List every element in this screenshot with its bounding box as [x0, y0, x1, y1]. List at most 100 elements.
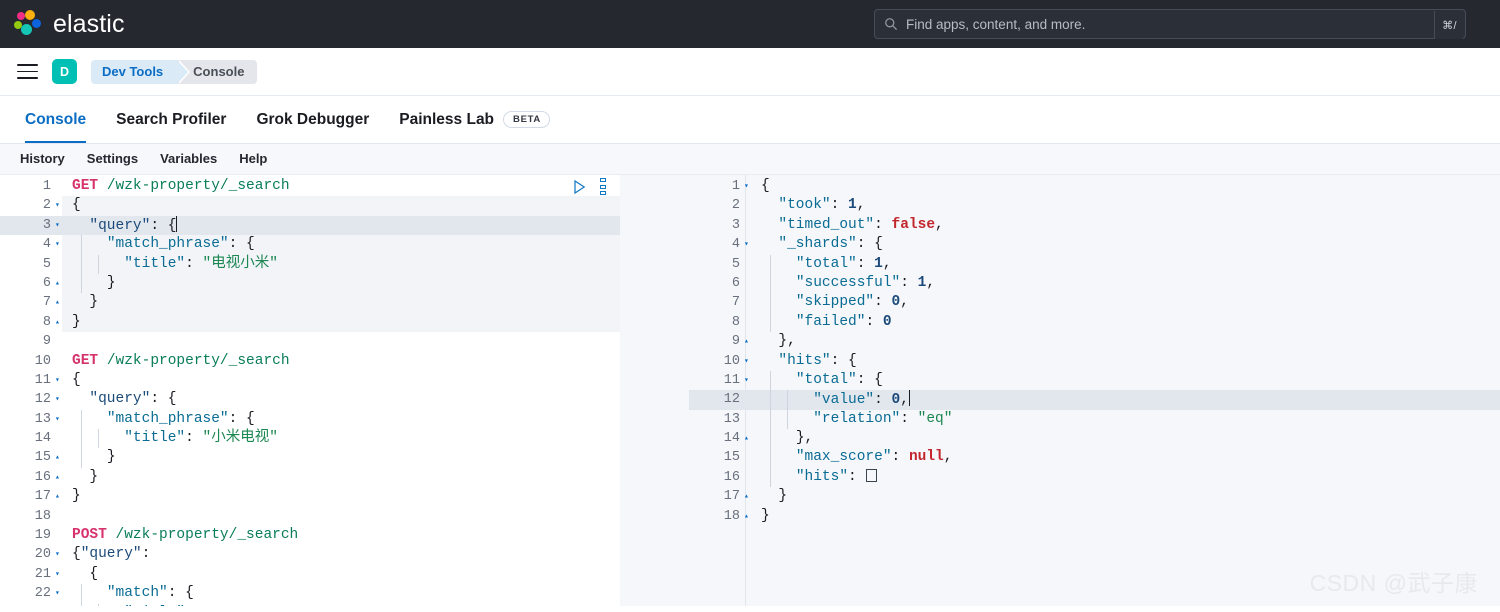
code-line[interactable]: 3▾ "query": { — [0, 216, 620, 235]
code-line[interactable]: 9 — [0, 332, 620, 351]
hamburger-menu-icon[interactable] — [17, 64, 38, 79]
request-code-lines[interactable]: 1GET /wzk-property/_search2▾{3▾ "query":… — [0, 175, 620, 606]
line-number: 20▾ — [0, 545, 56, 564]
code-line[interactable]: 4▾ "_shards": { — [689, 235, 1500, 254]
indent-guide — [98, 429, 99, 448]
code-line[interactable]: 14 "title": "小米电视" — [0, 429, 620, 448]
code-line[interactable]: 8▴} — [0, 313, 620, 332]
indent-guide — [770, 410, 771, 429]
indent-guide — [98, 604, 99, 606]
code-line[interactable]: 16 "hits": — [689, 468, 1500, 487]
play-request-icon[interactable] — [572, 179, 587, 195]
code-line-text: "successful": 1, — [745, 274, 935, 293]
tab-console[interactable]: Console — [10, 96, 101, 143]
code-line[interactable]: 6▴ } — [0, 274, 620, 293]
console-menu-help[interactable]: Help — [230, 144, 276, 174]
global-search-bar[interactable]: Find apps, content, and more. ⌘/ — [874, 9, 1466, 39]
code-line[interactable]: 19POST /wzk-property/_search — [0, 526, 620, 545]
code-line[interactable]: 18 — [0, 507, 620, 526]
response-code-scroll[interactable]: 1▾{2 "took": 1,3 "timed_out": false,4▾ "… — [689, 175, 1500, 606]
code-line[interactable]: 10GET /wzk-property/_search — [0, 352, 620, 371]
code-line[interactable]: 13▾ "match_phrase": { — [0, 410, 620, 429]
line-number: 7 — [689, 293, 745, 312]
dev-tools-tab-bar: ConsoleSearch ProfilerGrok DebuggerPainl… — [0, 96, 1500, 144]
console-menu-variables[interactable]: Variables — [151, 144, 226, 174]
line-number: 5 — [0, 255, 56, 274]
code-line-text: } — [745, 487, 787, 506]
line-number: 3▾ — [0, 216, 56, 235]
code-line[interactable]: 7▴ } — [0, 293, 620, 312]
code-line[interactable]: 23 "title": — [0, 604, 620, 606]
code-line[interactable]: 21▾ { — [0, 565, 620, 584]
code-line[interactable]: 4▾ "match_phrase": { — [0, 235, 620, 254]
tab-grok-debugger[interactable]: Grok Debugger — [241, 96, 384, 143]
code-line[interactable]: 18▴} — [689, 507, 1500, 526]
search-input-placeholder[interactable]: Find apps, content, and more. — [906, 17, 1085, 32]
code-line-text: "timed_out": false, — [745, 216, 944, 235]
code-line[interactable]: 7 "skipped": 0, — [689, 293, 1500, 312]
code-line[interactable]: 2 "took": 1, — [689, 196, 1500, 215]
code-line-text: "title": "小米电视" — [56, 429, 278, 448]
request-options-icon[interactable] — [598, 178, 608, 195]
tab-painless-lab[interactable]: Painless Lab BETA — [384, 96, 565, 143]
code-line[interactable]: 15 "max_score": null, — [689, 448, 1500, 467]
console-toolbar: HistorySettingsVariablesHelp — [0, 144, 1500, 175]
code-line-text: } — [56, 487, 81, 506]
code-line[interactable]: 1▾{ — [689, 177, 1500, 196]
code-line[interactable]: 5 "total": 1, — [689, 255, 1500, 274]
breadcrumb-item-dev-tools[interactable]: Dev Tools — [91, 60, 177, 84]
indent-guide — [81, 429, 82, 448]
line-number: 1 — [0, 177, 56, 196]
code-line[interactable]: 10▾ "hits": { — [689, 352, 1500, 371]
code-line-text: "query": { — [56, 216, 177, 236]
code-line-text: }, — [745, 429, 813, 448]
code-line[interactable]: 6 "successful": 1, — [689, 274, 1500, 293]
code-line[interactable]: 22▾ "match": { — [0, 584, 620, 603]
code-line[interactable]: 1GET /wzk-property/_search — [0, 177, 620, 196]
console-menu-settings[interactable]: Settings — [78, 144, 147, 174]
code-line[interactable]: 12▾ "query": { — [0, 390, 620, 409]
indent-guide — [81, 448, 82, 467]
code-line[interactable]: 5 "title": "电视小米" — [0, 255, 620, 274]
code-line[interactable]: 17▴ } — [689, 487, 1500, 506]
request-action-buttons — [572, 178, 608, 195]
code-line[interactable]: 16▴ } — [0, 468, 620, 487]
response-code-lines[interactable]: 1▾{2 "took": 1,3 "timed_out": false,4▾ "… — [689, 175, 1500, 526]
indent-guide — [770, 429, 771, 448]
code-line-text: "hits": { — [745, 352, 857, 371]
code-line-text: "_shards": { — [745, 235, 883, 254]
space-avatar[interactable]: D — [52, 59, 77, 84]
code-line[interactable]: 8 "failed": 0 — [689, 313, 1500, 332]
code-line[interactable]: 11▾{ — [0, 371, 620, 390]
code-line[interactable]: 17▴} — [0, 487, 620, 506]
code-line-text: GET /wzk-property/_search — [56, 177, 290, 196]
code-line[interactable]: 9▴ }, — [689, 332, 1500, 351]
tab-search-profiler[interactable]: Search Profiler — [101, 96, 241, 143]
tab-label: Painless Lab — [399, 111, 494, 129]
editor-pane-divider[interactable] — [620, 175, 689, 606]
response-viewer-pane[interactable]: 1▾{2 "took": 1,3 "timed_out": false,4▾ "… — [689, 175, 1500, 606]
request-editor-pane[interactable]: 1GET /wzk-property/_search2▾{3▾ "query":… — [0, 175, 620, 606]
line-number: 18 — [0, 507, 56, 526]
console-menu-history[interactable]: History — [11, 144, 74, 174]
brand[interactable]: elastic — [14, 10, 125, 39]
code-line[interactable]: 3 "timed_out": false, — [689, 216, 1500, 235]
code-line[interactable]: 14▴ }, — [689, 429, 1500, 448]
code-line-text: "took": 1, — [745, 196, 865, 215]
line-number: 4▾ — [0, 235, 56, 254]
line-number: 12▾ — [0, 390, 56, 409]
code-line[interactable]: 12 "value": 0, — [689, 390, 1500, 409]
code-line-text: {"query": — [56, 545, 150, 564]
line-number: 3 — [689, 216, 745, 235]
code-line[interactable]: 15▴ } — [0, 448, 620, 467]
global-header: elastic Find apps, content, and more. ⌘/ — [0, 0, 1500, 48]
line-number: 7▴ — [0, 293, 56, 312]
indent-guide — [770, 313, 771, 332]
code-line[interactable]: 11▾ "total": { — [689, 371, 1500, 390]
beta-badge: BETA — [503, 111, 550, 128]
code-line[interactable]: 2▾{ — [0, 196, 620, 215]
code-line[interactable]: 13 "relation": "eq" — [689, 410, 1500, 429]
code-line-text: "match_phrase": { — [56, 235, 255, 254]
code-line[interactable]: 20▾{"query": — [0, 545, 620, 564]
request-code-scroll[interactable]: 1GET /wzk-property/_search2▾{3▾ "query":… — [0, 175, 620, 606]
